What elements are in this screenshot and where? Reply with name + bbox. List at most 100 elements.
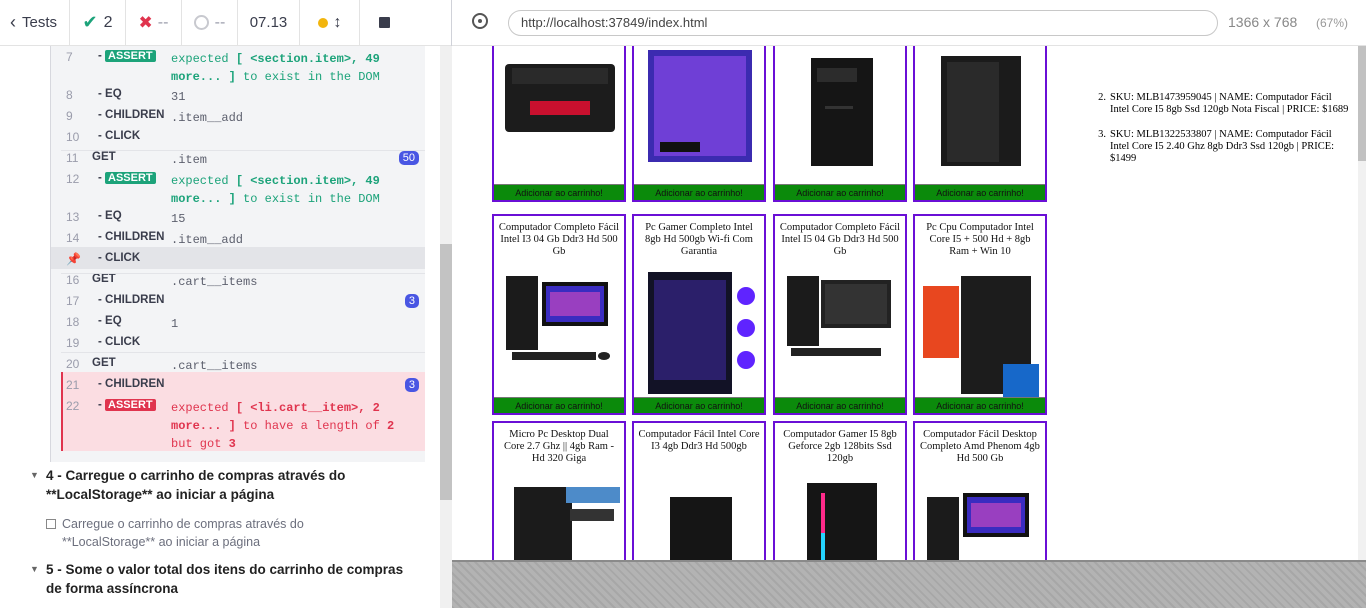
command-row[interactable]: 13 - EQ 15 bbox=[50, 210, 425, 231]
cart-item[interactable]: 2. SKU: MLB1473959045 | NAME: Computador… bbox=[1090, 92, 1352, 116]
command-number: 14 bbox=[66, 231, 80, 245]
cart-item-text: SKU: MLB1322533807 | NAME: Computador Fá… bbox=[1110, 129, 1335, 164]
duration-value: 07.13 bbox=[249, 14, 288, 31]
command-row[interactable]: 📌 - CLICK bbox=[50, 252, 425, 273]
command-number: 11 bbox=[66, 151, 79, 165]
command-name: - ASSERT bbox=[98, 50, 156, 62]
add-to-cart-button[interactable]: Adicionar ao carrinho! bbox=[634, 397, 764, 413]
command-message: .item__add bbox=[171, 111, 244, 125]
product-image bbox=[500, 473, 624, 560]
suite-item[interactable]: ▼ 4 - Carregue o carrinho de compras atr… bbox=[30, 466, 430, 504]
failed-count[interactable]: ✖ -- bbox=[126, 0, 182, 46]
add-to-cart-button[interactable]: Adicionar ao carrinho! bbox=[494, 184, 624, 200]
command-row[interactable]: 9 - CHILDREN .item__add bbox=[50, 109, 425, 130]
product-image bbox=[640, 266, 760, 401]
cart-item-text: SKU: MLB1473959045 | NAME: Computador Fá… bbox=[1110, 92, 1349, 115]
command-row[interactable]: 17 - CHILDREN 3 bbox=[50, 294, 425, 315]
product-title: Computador Fácil Desktop Completo Amd Ph… bbox=[920, 429, 1040, 464]
command-number: 17 bbox=[66, 294, 80, 308]
checkbox-icon bbox=[46, 519, 56, 529]
aut-header: http://localhost:37849/index.html 1366 x… bbox=[452, 0, 1366, 46]
url-text: http://localhost:37849/index.html bbox=[521, 15, 708, 30]
stop-button[interactable] bbox=[360, 0, 408, 46]
command-number: 7 bbox=[66, 50, 73, 64]
crosshair-dot bbox=[478, 19, 482, 23]
command-row[interactable]: 11 GET .item 50 bbox=[50, 151, 425, 172]
command-name: - CHILDREN bbox=[98, 109, 165, 121]
command-row[interactable]: 22 - ASSERT expected [ <li.cart__item>, 2 … bbox=[50, 399, 425, 459]
stop-icon bbox=[378, 17, 390, 28]
product-title: Computador Completo Fácil Intel I3 04 Gb… bbox=[498, 222, 620, 257]
tests-nav-button[interactable]: ‹ Tests bbox=[0, 0, 70, 46]
test-title: Carregue o carrinho de compras através d… bbox=[62, 517, 304, 549]
command-row[interactable]: 7 - ASSERT expected [ <section.item>, 49 m… bbox=[50, 50, 425, 86]
add-to-cart-button[interactable]: Adicionar ao carrinho! bbox=[775, 397, 905, 413]
add-to-cart-button[interactable]: Adicionar ao carrinho! bbox=[634, 184, 764, 200]
command-name: - CHILDREN bbox=[98, 231, 165, 243]
command-number: 20 bbox=[66, 357, 80, 371]
command-row[interactable]: 19 - CLICK bbox=[50, 336, 425, 357]
command-number: 21 bbox=[66, 378, 80, 392]
add-to-cart-button[interactable]: Adicionar ao carrinho! bbox=[915, 397, 1045, 413]
failed-number: -- bbox=[157, 13, 169, 31]
pending-number: -- bbox=[214, 13, 226, 31]
add-to-cart-button[interactable]: Adicionar ao carrinho! bbox=[915, 184, 1045, 200]
running-dot-icon bbox=[317, 17, 328, 28]
command-number: 12 bbox=[66, 172, 80, 186]
command-message: .item__add bbox=[171, 233, 244, 247]
product-image bbox=[500, 46, 620, 151]
command-number: 19 bbox=[66, 336, 80, 350]
cart-item-number: 3. bbox=[1098, 129, 1106, 140]
duration: 07.13 bbox=[238, 0, 300, 46]
product-card: Pc Gamer Completo Intel 8gb Hd 500gb Wi-… bbox=[632, 214, 766, 415]
pin-icon: 📌 bbox=[66, 252, 81, 266]
url-field[interactable]: http://localhost:37849/index.html bbox=[508, 10, 1218, 36]
command-row[interactable]: 12 - ASSERT expected [ <section.item>, 49 … bbox=[50, 172, 425, 208]
product-card: Computador Fácil Intel Core I3 4gb Ddr3 … bbox=[632, 421, 766, 560]
product-card: Computador Completo Fácil Intel I3 04 Gb… bbox=[492, 214, 626, 415]
command-row[interactable]: 14 - CHILDREN .item__add bbox=[50, 231, 425, 252]
command-name: GET bbox=[92, 357, 116, 369]
cart-item-number: 2. bbox=[1098, 92, 1106, 103]
command-name: GET bbox=[92, 151, 116, 163]
add-to-cart-button[interactable]: Adicionar ao carrinho! bbox=[494, 397, 624, 413]
product-card: Adicionar ao carrinho! bbox=[773, 46, 907, 202]
command-name: - CLICK bbox=[98, 336, 141, 348]
command-message: .cart__items bbox=[171, 275, 258, 289]
add-to-cart-button[interactable]: Adicionar ao carrinho! bbox=[775, 184, 905, 200]
pending-count[interactable]: -- bbox=[182, 0, 238, 46]
pending-circle-icon bbox=[193, 15, 209, 30]
passed-count[interactable]: ✔ 2 bbox=[70, 0, 126, 46]
aut-scrollbar-thumb[interactable] bbox=[1358, 46, 1366, 161]
command-name: - ASSERT bbox=[98, 172, 156, 184]
command-message: 15 bbox=[171, 212, 186, 226]
command-row[interactable]: 18 - EQ 1 bbox=[50, 315, 425, 336]
suite-title: 5 - Some o valor total dos itens do carr… bbox=[46, 562, 404, 596]
command-row[interactable]: 8 - EQ 31 bbox=[50, 88, 425, 109]
product-card: Computador Gamer I5 8gb Geforce 2gb 128b… bbox=[773, 421, 907, 560]
reporter-scrollbar-thumb[interactable] bbox=[440, 244, 452, 500]
product-card: Micro Pc Desktop Dual Core 2.7 Ghz || 4g… bbox=[492, 421, 626, 560]
command-row[interactable]: 21 - CHILDREN 3 bbox=[50, 378, 425, 399]
command-name: - EQ bbox=[98, 88, 122, 100]
x-icon: ✖ bbox=[138, 12, 153, 32]
command-message: expected [ <li.cart__item>, 2 more... ] … bbox=[171, 401, 395, 451]
auto-scroll-toggle[interactable]: ↕ bbox=[300, 0, 360, 46]
reporter-header: ‹ Tests ✔ 2 ✖ -- -- 07.13 ↕ bbox=[0, 0, 451, 46]
cart-item[interactable]: 3. SKU: MLB1322533807 | NAME: Computador… bbox=[1090, 129, 1352, 165]
scroll-arrows-icon: ↕ bbox=[333, 13, 342, 31]
product-image bbox=[921, 266, 1041, 411]
command-name: - EQ bbox=[98, 210, 122, 222]
command-number: 10 bbox=[66, 130, 80, 144]
command-number: 9 bbox=[66, 109, 73, 123]
suite-item[interactable]: ▼ 5 - Some o valor total dos itens do ca… bbox=[30, 560, 430, 598]
command-name: - CHILDREN bbox=[98, 294, 165, 306]
command-row[interactable]: 20 GET .cart__items bbox=[50, 357, 425, 378]
command-row[interactable]: 16 GET .cart__items bbox=[50, 273, 425, 294]
product-image bbox=[921, 473, 1041, 560]
product-image bbox=[781, 46, 901, 171]
command-name: - EQ bbox=[98, 315, 122, 327]
count-badge: 50 bbox=[398, 151, 419, 165]
command-row[interactable]: 10 - CLICK bbox=[50, 130, 425, 151]
test-item[interactable]: Carregue o carrinho de compras através d… bbox=[46, 515, 346, 551]
